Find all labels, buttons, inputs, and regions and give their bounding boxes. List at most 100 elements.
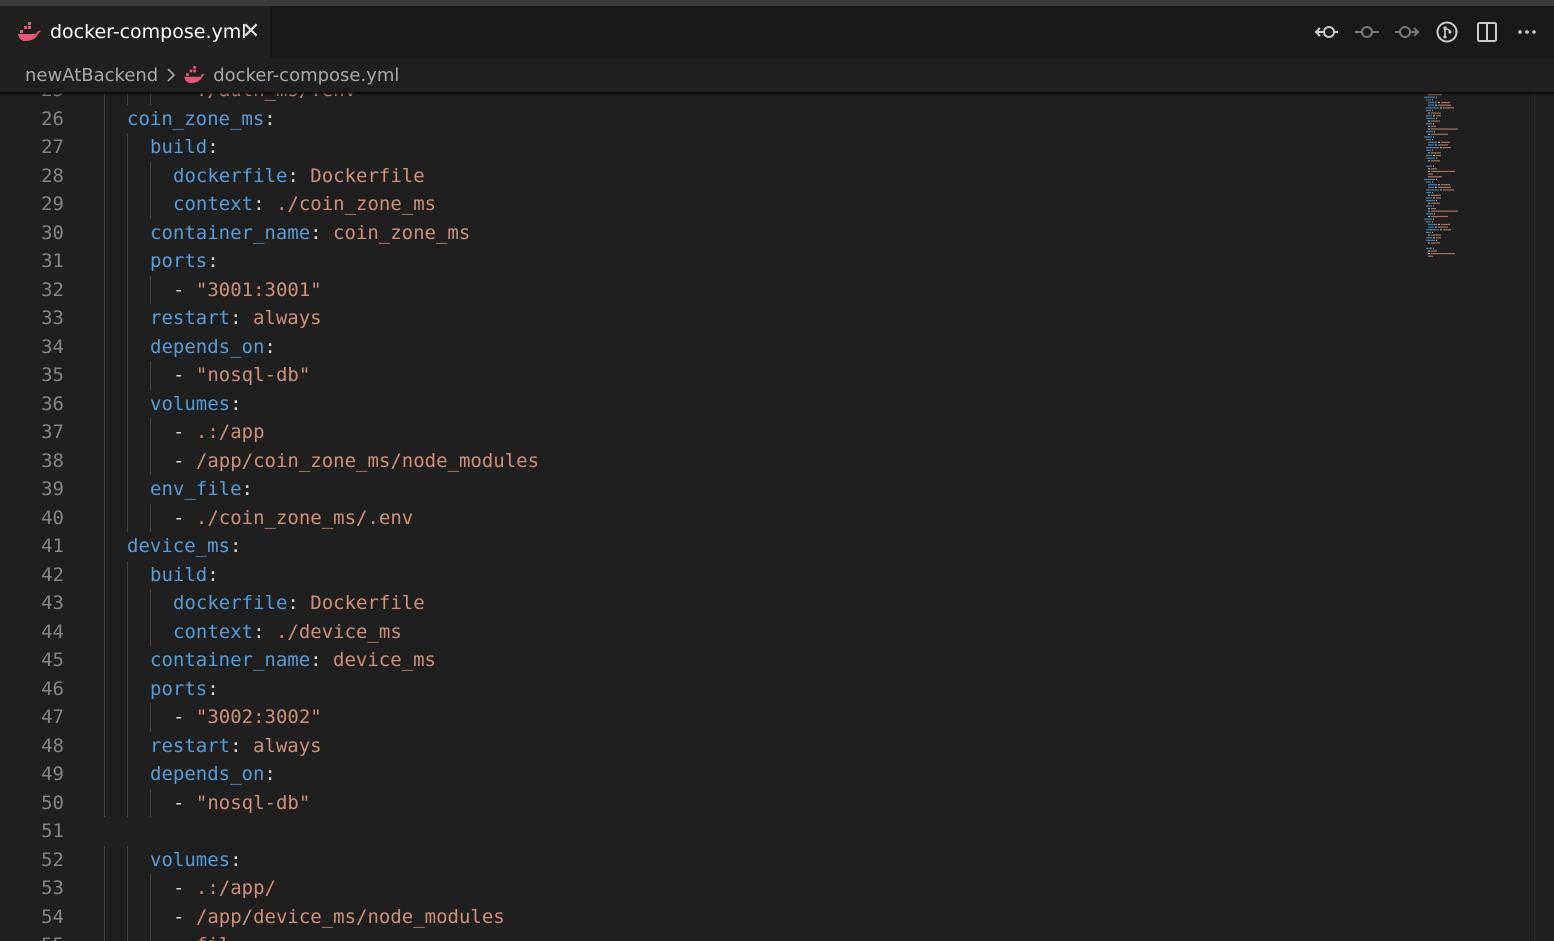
code-text: container_name: device_ms — [150, 646, 436, 675]
minimap-token — [1426, 239, 1435, 241]
code-line[interactable]: 53 - .:/app/ — [0, 874, 1415, 903]
code-line[interactable]: 32 - "3001:3001" — [0, 275, 1415, 304]
code-line[interactable]: 30 container_name: coin_zone_ms — [0, 218, 1415, 247]
code-line[interactable]: 46 ports: — [0, 674, 1415, 704]
code-line[interactable]: 26 coin_zone_ms: — [0, 104, 1415, 133]
yaml-punctuation: : — [253, 620, 276, 643]
code-line[interactable]: 28 dockerfile: Dockerfile — [0, 161, 1415, 190]
indent-guide — [127, 874, 128, 903]
indent-guide — [104, 902, 105, 931]
code-line[interactable]: 40 - ./coin_zone_ms/.env — [0, 503, 1415, 532]
git-compare-icon[interactable] — [1434, 19, 1460, 45]
minimap-token — [1433, 154, 1435, 157]
minimap-token — [1426, 205, 1432, 207]
code-line[interactable]: 44 context: ./device_ms — [0, 617, 1415, 646]
yaml-key: build — [150, 136, 208, 158]
yaml-key: depends_on — [150, 335, 265, 358]
indent-guide — [104, 247, 105, 276]
code-line[interactable]: 41 device_ms: — [0, 532, 1415, 561]
code-line[interactable]: 42 build: — [0, 560, 1415, 589]
yaml-key: container_name — [150, 649, 311, 671]
vertical-scrollbar[interactable] — [1534, 92, 1554, 941]
yaml-value: .:/app — [195, 421, 265, 443]
indent-guide — [150, 361, 151, 390]
code-line[interactable]: 54 - /app/device_ms/node_modules — [0, 902, 1415, 931]
code-line[interactable]: 48 restart: always — [0, 731, 1415, 760]
indent-guide — [127, 332, 128, 361]
indent-guide — [104, 845, 105, 874]
code-line[interactable]: 27 build: — [0, 133, 1415, 162]
indent-guide — [150, 874, 151, 903]
breadcrumb-folder[interactable]: newAtBackend — [25, 65, 158, 86]
code-text: ports: — [150, 675, 219, 704]
code-editor[interactable]: 25- ./auth_ms/.env26coin_zone_ms:27build… — [0, 92, 1554, 941]
code-line[interactable]: 55 - fil — [0, 931, 1415, 941]
source-control-timeline-icon[interactable] — [1354, 19, 1380, 45]
yaml-punctuation: : — [230, 392, 242, 415]
minimap-token — [1440, 107, 1442, 109]
indent-guide — [127, 931, 128, 941]
code-line[interactable]: 36 volumes: — [0, 389, 1415, 418]
code-line[interactable]: 37 - .:/app — [0, 418, 1415, 447]
tab-docker-compose[interactable]: docker-compose.yml ✕ — [0, 6, 270, 58]
code-line[interactable]: 47 - "3002:3002" — [0, 703, 1415, 732]
code-line[interactable]: 35 - "nosql-db" — [0, 361, 1415, 390]
indent-guide — [104, 874, 105, 903]
code-line[interactable]: 52 volumes: — [0, 845, 1415, 874]
go-forward-icon[interactable] — [1394, 19, 1420, 45]
minimap-token — [1431, 125, 1436, 127]
minimap-token — [1428, 194, 1430, 196]
code-line[interactable]: 29 context: ./coin_zone_ms — [0, 190, 1415, 219]
indent-guide — [104, 104, 105, 133]
breadcrumb-file[interactable]: docker-compose.yml — [213, 65, 399, 86]
line-number: 35 — [41, 364, 64, 386]
indent-guide — [127, 446, 128, 475]
code-line[interactable]: 39 env_file: — [0, 475, 1415, 504]
yaml-punctuation: - — [173, 506, 196, 529]
minimap-token — [1426, 157, 1435, 159]
minimap-token — [1428, 128, 1430, 130]
code-line[interactable]: 33 restart: always — [0, 304, 1415, 333]
minimap-token — [1428, 152, 1430, 154]
docker-whale-icon — [18, 22, 41, 41]
code-text: device_ms: — [127, 532, 241, 561]
minimap-token — [1433, 115, 1435, 117]
minimap-token — [1428, 125, 1430, 127]
split-editor-icon[interactable] — [1474, 19, 1500, 45]
code-line[interactable]: 38 - /app/coin_zone_ms/node_modules — [0, 446, 1415, 476]
minimap-token — [1435, 226, 1437, 228]
code-line[interactable]: 45 container_name: device_ms — [0, 646, 1415, 675]
code-line[interactable]: 34 depends_on: — [0, 332, 1415, 362]
minimap-token — [1438, 223, 1440, 226]
minimap-token — [1434, 213, 1435, 215]
indent-guide — [150, 190, 151, 219]
code-line[interactable]: 50 - "nosql-db" — [0, 788, 1415, 817]
indent-guide — [127, 275, 128, 304]
yaml-punctuation: - — [173, 449, 196, 472]
code-line[interactable]: 51 — [0, 817, 1415, 846]
breadcrumb: newAtBackend docker-compose.yml — [0, 58, 1554, 92]
yaml-punctuation: - — [173, 706, 196, 728]
yaml-punctuation: : — [207, 563, 219, 586]
code-text: depends_on: — [150, 333, 276, 362]
minimap-token — [1431, 202, 1440, 204]
minimap-token — [1438, 184, 1440, 186]
tab-close-button[interactable]: ✕ — [238, 18, 264, 44]
code-text: - "nosql-db" — [173, 361, 310, 390]
indent-guide — [127, 418, 128, 447]
indent-guide — [104, 532, 105, 561]
minimap[interactable] — [1418, 92, 1534, 941]
minimap-token — [1424, 136, 1432, 138]
minimap-token — [1426, 247, 1432, 249]
minimap-token — [1428, 144, 1434, 146]
yaml-punctuation: : — [253, 193, 276, 215]
code-line[interactable]: 31 ports: — [0, 247, 1415, 276]
code-line[interactable]: 43 dockerfile: Dockerfile — [0, 589, 1415, 618]
code-line[interactable]: 49 depends_on: — [0, 760, 1415, 789]
more-actions-icon[interactable] — [1514, 19, 1540, 45]
indent-guide — [104, 275, 105, 304]
go-back-icon[interactable] — [1314, 19, 1340, 45]
code-text: - /app/coin_zone_ms/node_modules — [173, 447, 539, 476]
yaml-value: .:/app/ — [195, 877, 276, 899]
minimap-token — [1431, 253, 1455, 255]
